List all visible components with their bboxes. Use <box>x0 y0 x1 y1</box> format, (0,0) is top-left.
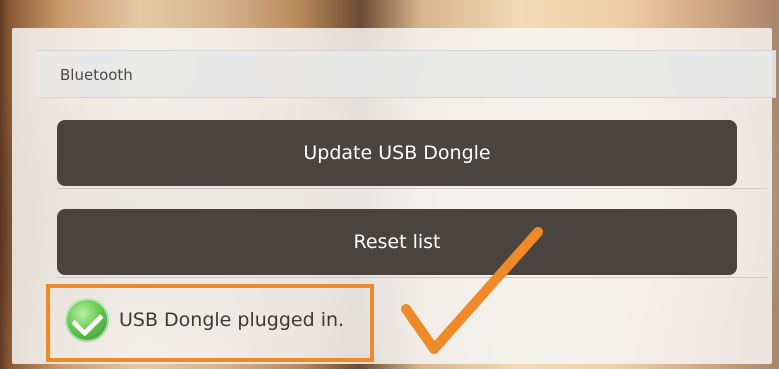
reset-list-button[interactable]: Reset list <box>57 209 737 275</box>
section-header: Bluetooth <box>36 50 776 98</box>
divider <box>57 277 767 278</box>
update-usb-dongle-button[interactable]: Update USB Dongle <box>57 120 737 186</box>
section-title: Bluetooth <box>60 66 133 84</box>
usb-dongle-status: USB Dongle plugged in. <box>65 298 344 342</box>
divider <box>57 188 767 189</box>
check-circle-icon <box>65 298 109 342</box>
status-text: USB Dongle plugged in. <box>119 309 345 331</box>
